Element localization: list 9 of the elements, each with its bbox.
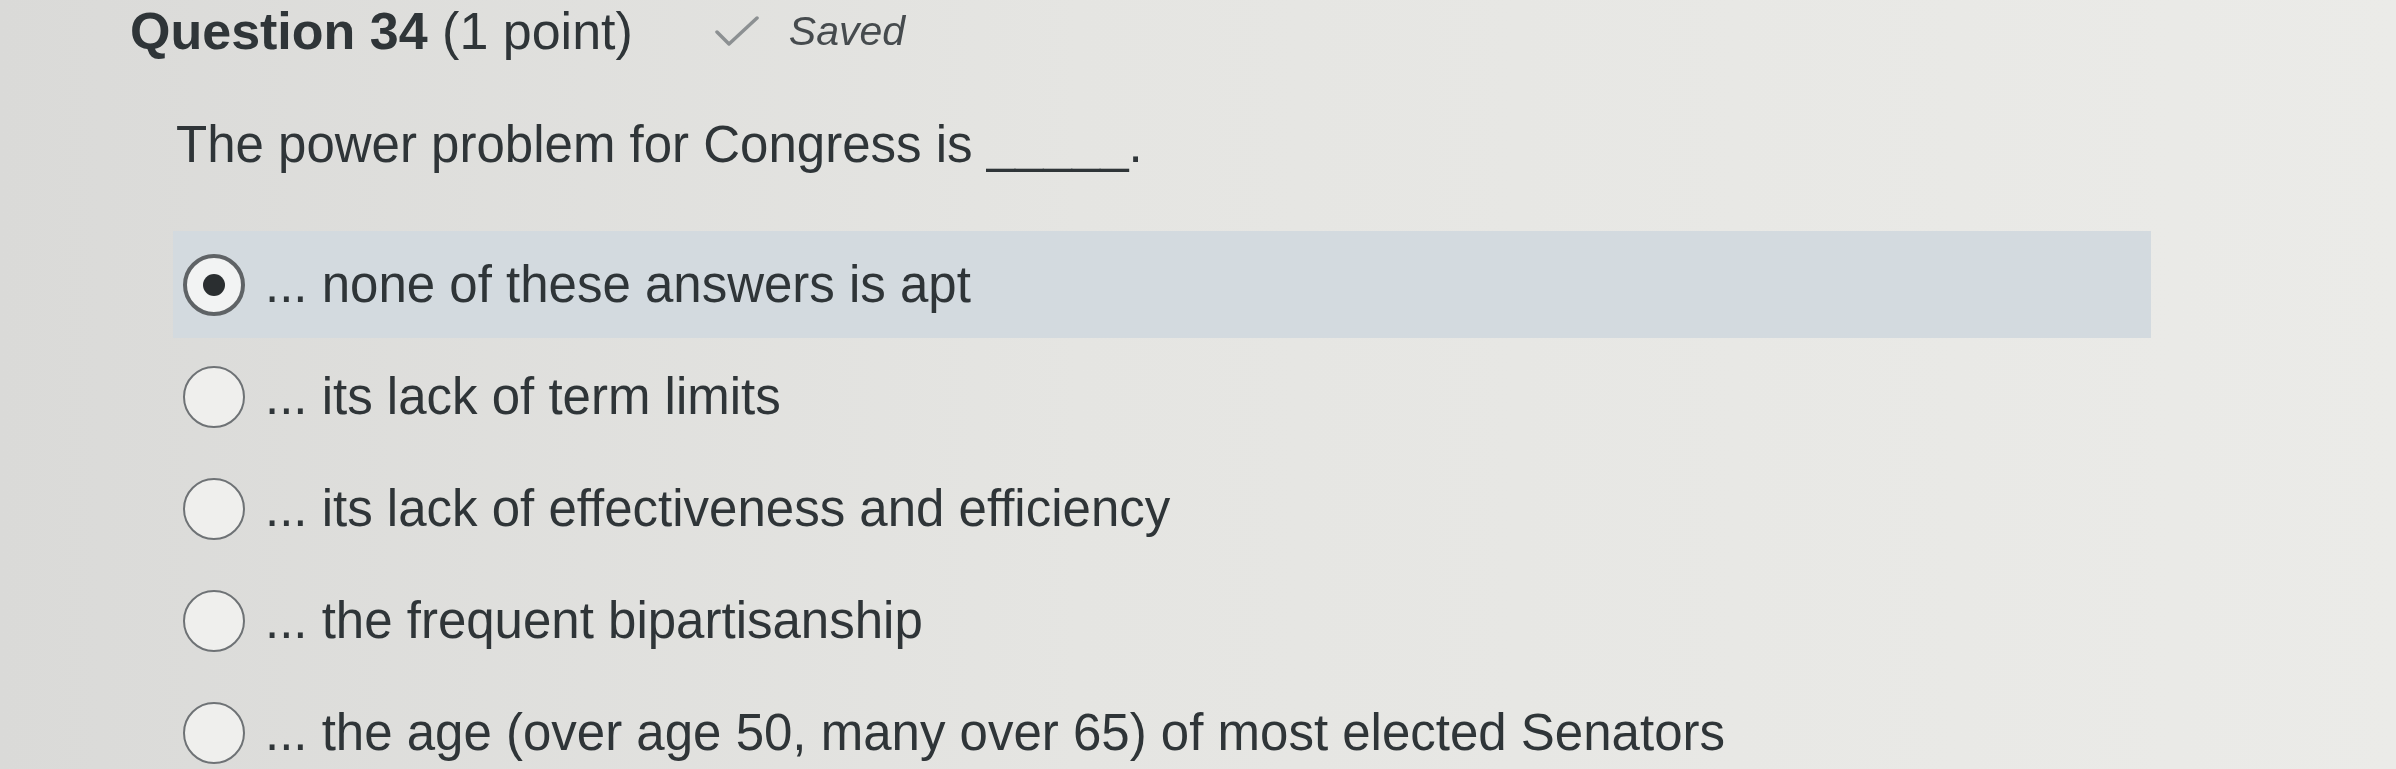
answer-label[interactable]: ... the frequent bipartisanship	[265, 589, 923, 652]
question-title: Question 34 (1 point)	[130, 1, 633, 61]
answer-label[interactable]: ... none of these answers is apt	[265, 253, 971, 316]
save-status: Saved	[788, 7, 906, 56]
answer-label[interactable]: ... its lack of term limits	[265, 365, 781, 428]
answer-label[interactable]: ... the age (over age 50, many over 65) of most elected Senators	[265, 701, 1725, 764]
answer-label[interactable]: ... its lack of effectiveness and efficiency	[265, 477, 1171, 540]
check-icon	[714, 15, 759, 47]
question-prompt: The power problem for Congress is _____.	[176, 115, 1143, 175]
